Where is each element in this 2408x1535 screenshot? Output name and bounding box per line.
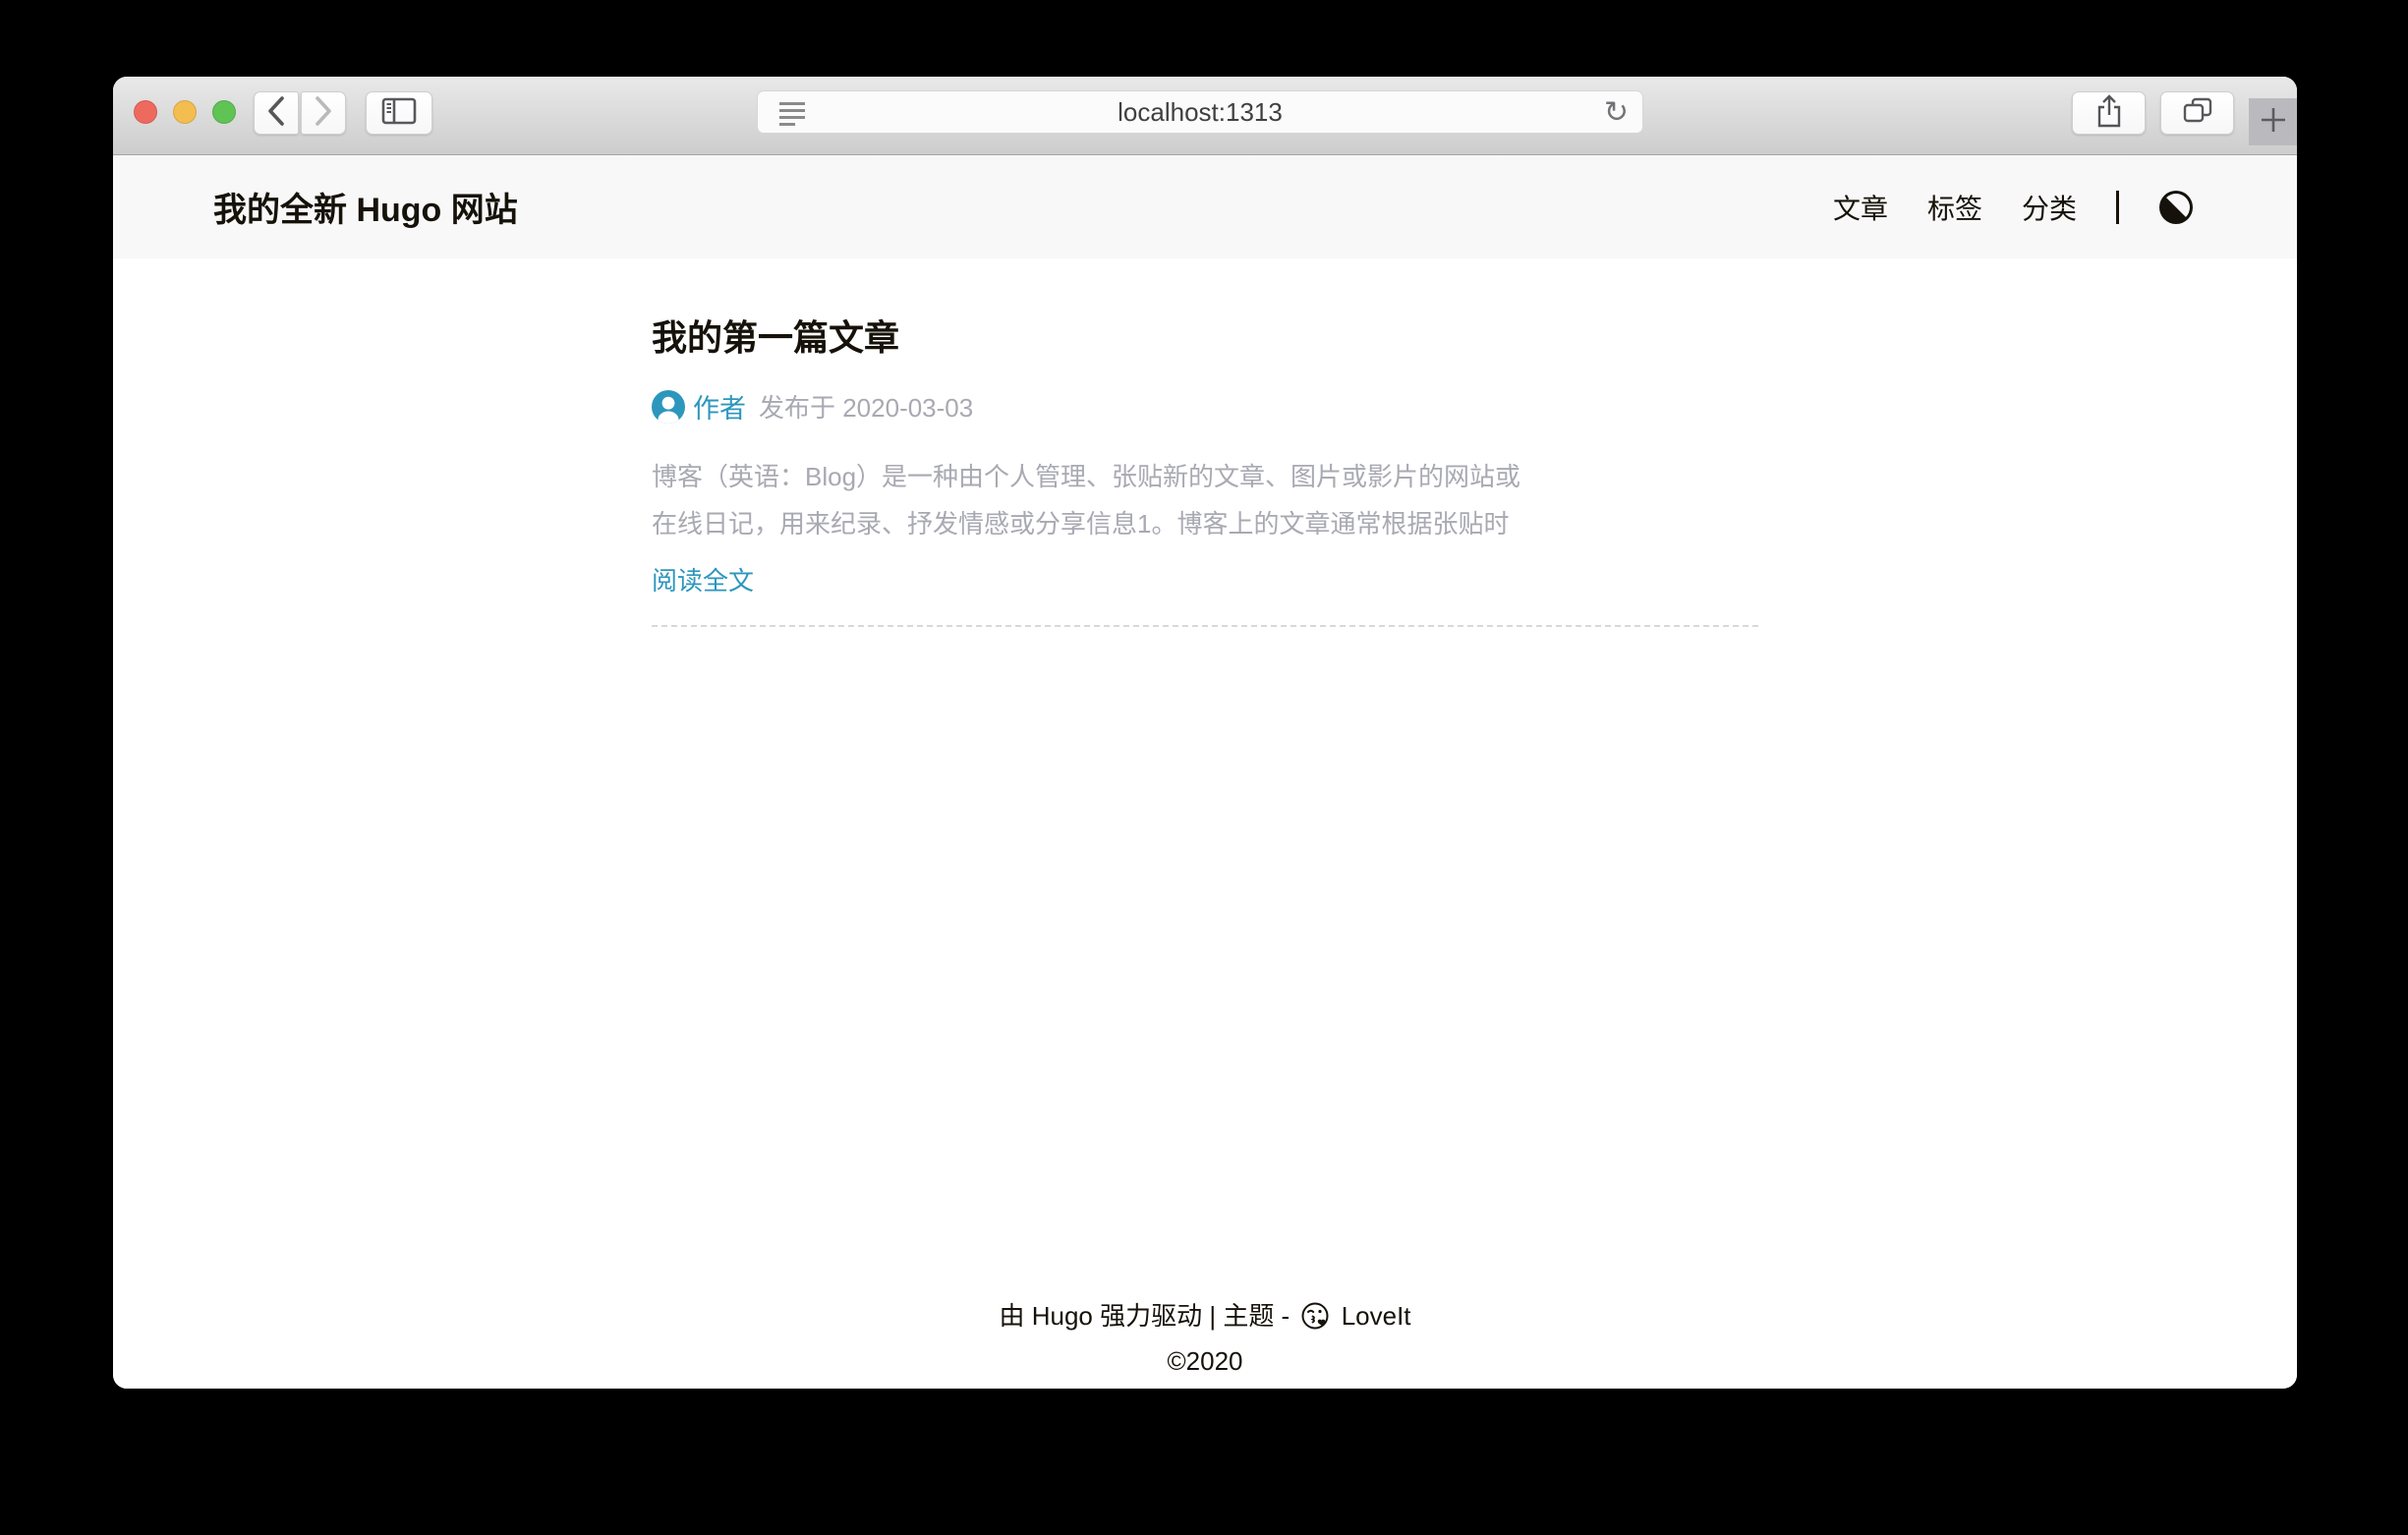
read-more-link[interactable]: 阅读全文 <box>652 561 754 597</box>
nav-divider <box>2116 191 2119 224</box>
summary-line: 博客（英语：Blog）是一种由个人管理、张贴新的文章、图片或影片的网站或 <box>652 453 1758 500</box>
theme-toggle-icon[interactable] <box>2158 190 2194 225</box>
summary-line: 在线日记，用来纪录、抒发情感或分享信息1。博客上的文章通常根据张贴时 <box>652 500 1758 547</box>
browser-window: localhost:1313 ↻ <box>113 77 2297 1389</box>
footer-copyright: ©2020 <box>113 1341 2297 1381</box>
url-text[interactable]: localhost:1313 <box>758 97 1642 128</box>
traffic-lights <box>134 100 236 124</box>
close-window-button[interactable] <box>134 100 157 124</box>
publish-date: 发布于 2020-03-03 <box>759 388 973 425</box>
plus-icon <box>2259 105 2288 140</box>
hugo-link[interactable]: 由 Hugo 强力驱动 <box>999 1301 1202 1331</box>
footer-powered-line: 由 Hugo 强力驱动 | 主题 - LoveIt <box>113 1296 2297 1341</box>
forward-icon <box>313 95 334 132</box>
tabs-icon <box>2182 96 2213 131</box>
forward-button[interactable] <box>301 91 346 135</box>
back-button[interactable] <box>254 91 299 135</box>
author-link[interactable]: 作者 <box>693 387 746 426</box>
browser-toolbar: localhost:1313 ↻ <box>113 77 2297 155</box>
reload-icon[interactable]: ↻ <box>1604 93 1629 133</box>
nav-item-tags[interactable]: 标签 <box>1927 188 1982 227</box>
author-avatar-icon <box>652 390 685 424</box>
sidebar-icon <box>381 97 417 130</box>
kiss-face-icon <box>1300 1301 1330 1341</box>
site-nav: 文章 标签 分类 <box>1833 188 2194 227</box>
new-tab-button[interactable] <box>2249 98 2297 145</box>
post-meta: 作者 发布于 2020-03-03 <box>652 387 1758 426</box>
post-divider <box>652 625 1758 627</box>
post-title-link[interactable]: 我的第一篇文章 <box>652 310 1758 361</box>
site-footer: 由 Hugo 强力驱动 | 主题 - LoveIt ©2020 <box>113 1296 2297 1389</box>
back-icon <box>265 95 287 132</box>
sidebar-toggle-button[interactable] <box>366 91 432 135</box>
theme-link[interactable]: LoveIt <box>1342 1301 1411 1331</box>
minimize-window-button[interactable] <box>173 100 197 124</box>
nav-item-categories[interactable]: 分类 <box>2022 188 2077 227</box>
tab-overview-button[interactable] <box>2160 91 2234 135</box>
address-bar[interactable]: localhost:1313 ↻ <box>757 90 1643 134</box>
site-title-link[interactable]: 我的全新 Hugo 网站 <box>213 183 518 231</box>
nav-item-posts[interactable]: 文章 <box>1833 188 1888 227</box>
footer-theme-label: 主题 - <box>1223 1301 1290 1331</box>
zoom-window-button[interactable] <box>212 100 236 124</box>
share-button[interactable] <box>2072 91 2146 135</box>
footer-divider: | <box>1209 1301 1216 1331</box>
page-body: 我的第一篇文章 作者 发布于 2020-03-03 博客（英语：Blog）是一种… <box>113 258 2297 1389</box>
share-icon <box>2095 93 2123 134</box>
site-header: 我的全新 Hugo 网站 文章 标签 分类 <box>113 155 2297 258</box>
post-summary: 博客（英语：Blog）是一种由个人管理、张贴新的文章、图片或影片的网站或 在线日… <box>652 453 1758 547</box>
